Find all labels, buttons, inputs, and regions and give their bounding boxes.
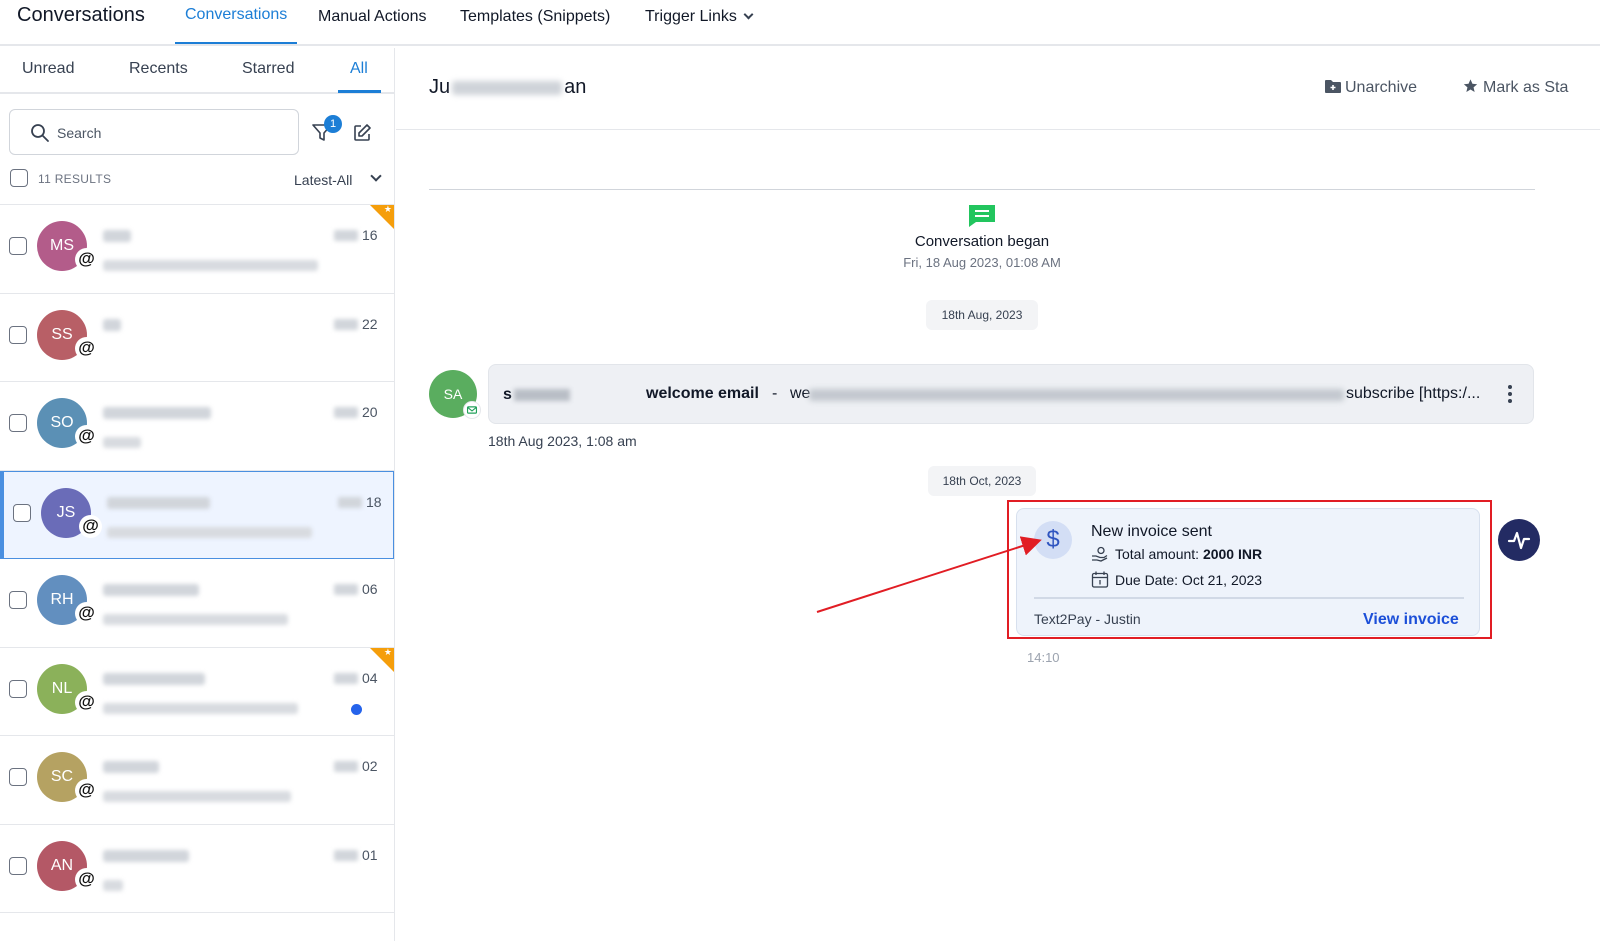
conversation-checkbox[interactable] (9, 414, 27, 432)
chevron-down-icon (743, 9, 754, 20)
chevron-down-icon[interactable] (370, 170, 382, 182)
results-count: 11 RESULTS (38, 172, 112, 186)
tab-manual-actions[interactable]: Manual Actions (318, 8, 427, 44)
redacted-text (103, 407, 211, 419)
conversation-item[interactable]: SO @20 (0, 382, 394, 471)
redacted-text (103, 849, 189, 862)
conversation-item[interactable]: AN @01 (0, 824, 394, 913)
unread-indicator (351, 703, 362, 715)
redacted-text (103, 614, 288, 625)
email-channel-icon: @ (75, 425, 98, 448)
redacted-text (103, 230, 131, 242)
redacted-text (103, 318, 121, 331)
redacted-text (103, 879, 123, 891)
app-title: Conversations (17, 4, 145, 26)
search-icon (31, 124, 49, 142)
conversation-date: 20 (362, 404, 378, 420)
email-channel-icon: @ (75, 248, 98, 271)
redacted-text (334, 672, 358, 684)
redacted-text (334, 407, 358, 418)
tab-recents[interactable]: Recents (129, 60, 188, 78)
conversation-detail: Ju an Unarchive Mark as Sta Conversation … (396, 48, 1600, 941)
sidebar-tabs: Unread Recents Starred All (0, 48, 394, 94)
tab-all[interactable]: All (350, 60, 368, 78)
redacted-text (334, 584, 358, 595)
conversation-item[interactable]: SS @22 (0, 293, 394, 382)
conversation-date: 22 (362, 315, 378, 332)
redacted-text (338, 496, 362, 508)
conversation-date: 16 (362, 227, 378, 243)
search-input[interactable] (57, 122, 277, 144)
conversation-list: MS @16 ★ SS @22 SO @20 JS @18 RH @06 NL @04 ★ SC @02 AN @… (0, 204, 394, 913)
tab-unread[interactable]: Unread (22, 60, 74, 78)
email-channel-icon: @ (75, 779, 98, 802)
conversation-checkbox[interactable] (13, 503, 31, 522)
conversation-checkbox[interactable] (9, 325, 27, 344)
conversation-item[interactable]: SC @02 (0, 736, 394, 825)
conversation-checkbox[interactable] (9, 856, 27, 875)
redacted-text (107, 526, 312, 538)
conversation-checkbox[interactable] (9, 679, 27, 698)
email-channel-icon: @ (75, 867, 98, 891)
redacted-text (334, 849, 358, 861)
redacted-text (103, 584, 199, 596)
conversation-date: 02 (362, 758, 378, 774)
redacted-text (103, 672, 205, 685)
compose-icon[interactable] (352, 123, 372, 143)
filter-count-badge: 1 (324, 115, 342, 133)
conversation-date: 06 (362, 581, 378, 597)
top-nav: Conversations Conversations Manual Actio… (0, 0, 1600, 46)
redacted-text (103, 437, 141, 448)
redacted-text (103, 791, 291, 802)
select-all-checkbox[interactable] (10, 169, 28, 187)
sort-dropdown[interactable]: Latest-All (294, 172, 352, 188)
conversation-date: 18 (366, 493, 382, 510)
conversation-checkbox[interactable] (9, 591, 27, 609)
conversation-item[interactable]: RH @06 (0, 559, 394, 648)
tab-trigger-links-label: Trigger Links (645, 8, 737, 25)
conversation-item[interactable]: JS @18 (0, 470, 394, 559)
star-icon: ★ (383, 204, 392, 214)
conversation-date: 01 (362, 846, 378, 863)
conversation-sidebar: Unread Recents Starred All 1 11 RESULTS … (0, 48, 395, 941)
redacted-text (107, 496, 210, 509)
redacted-text (334, 230, 358, 241)
redacted-text (103, 260, 318, 271)
conversation-checkbox[interactable] (9, 768, 27, 786)
tab-trigger-links[interactable]: Trigger Links (645, 8, 754, 44)
tab-conversations[interactable]: Conversations (175, 6, 298, 44)
annotation-arrow (816, 536, 1042, 613)
active-tab-indicator (338, 90, 381, 93)
email-channel-icon: @ (75, 690, 98, 714)
tab-starred[interactable]: Starred (242, 60, 294, 78)
email-channel-icon: @ (79, 514, 102, 538)
conversation-item[interactable]: NL @04 ★ (0, 646, 394, 736)
redacted-text (334, 318, 358, 330)
redacted-text (334, 761, 358, 772)
email-channel-icon: @ (75, 602, 98, 625)
email-channel-icon: @ (75, 336, 98, 360)
conversation-checkbox[interactable] (9, 237, 27, 255)
conversation-item[interactable]: MS @16 ★ (0, 204, 394, 294)
redacted-text (103, 702, 298, 714)
tab-templates[interactable]: Templates (Snippets) (460, 8, 610, 44)
redacted-text (103, 761, 159, 773)
search-box (9, 109, 299, 155)
conversation-date: 04 (362, 669, 378, 686)
star-icon: ★ (383, 646, 392, 657)
